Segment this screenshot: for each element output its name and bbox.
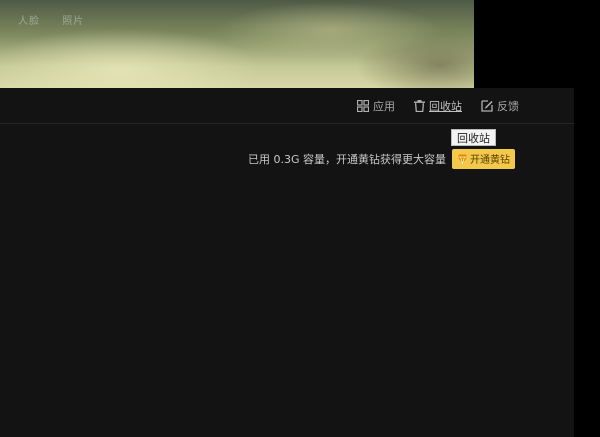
grid-icon — [357, 99, 369, 112]
upgrade-yellow-diamond-button[interactable]: 开通黄钻 — [452, 148, 515, 169]
recycle-bin-tooltip: 回收站 — [451, 129, 496, 146]
top-toolbar: 应用 回收站 反馈 — [0, 88, 574, 124]
storage-usage-text: 已用 0.3G 容量，开通黄钻获得更大容量 — [247, 152, 446, 166]
trash-icon — [414, 99, 425, 112]
upgrade-label: 开通黄钻 — [470, 155, 510, 166]
apps-button[interactable]: 应用 — [357, 98, 395, 114]
background-nav-item: 人脸 — [18, 16, 40, 27]
main-panel: 应用 回收站 反馈 回收站 已用 0.3G 容量，开通黄钻获得更大容量 开通黄钻 — [0, 88, 574, 437]
background-photo: 人脸 照片 — [0, 0, 474, 88]
feedback-button[interactable]: 反馈 — [481, 98, 519, 114]
diamond-icon — [457, 154, 468, 164]
recycle-bin-label: 回收站 — [429, 99, 462, 113]
feedback-label: 反馈 — [497, 99, 519, 113]
storage-quota: 已用 0.3G 容量，开通黄钻获得更大容量 开通黄钻 — [248, 148, 515, 169]
recycle-bin-button[interactable]: 回收站 — [414, 98, 462, 114]
background-nav-item: 照片 — [62, 16, 85, 27]
edit-icon — [481, 99, 493, 112]
background-nav: 人脸 照片 — [18, 12, 102, 27]
apps-label: 应用 — [373, 99, 395, 113]
